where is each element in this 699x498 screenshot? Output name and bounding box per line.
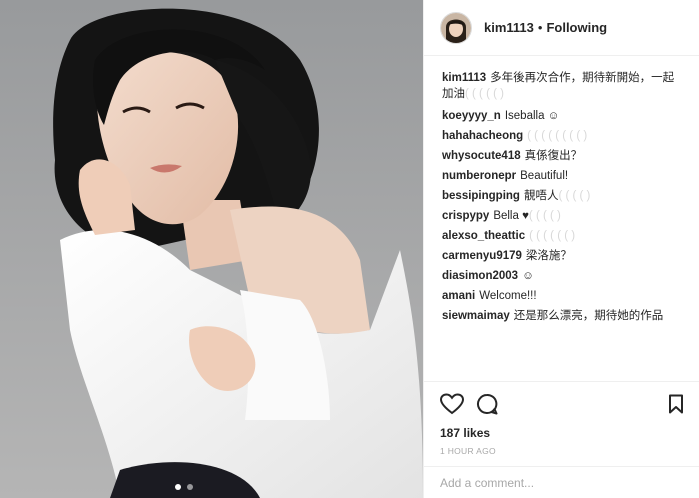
comment-username[interactable]: hahahacheong [442,130,523,142]
comment-text: 梁洛施？ [525,250,572,262]
comment-item: siewmaimay 还是那么漂亮，期待她的作品 [442,308,685,324]
comment-username[interactable]: amani [442,290,475,302]
post-photo[interactable] [0,0,423,498]
comment-username[interactable]: diasimon2003 [442,270,518,282]
comment-username[interactable]: whysocute418 [442,150,521,162]
comment-username[interactable]: crispypy [442,210,489,222]
following-button[interactable]: Following [546,20,607,35]
comment-item: carmenyu9179 梁洛施？ [442,248,685,264]
avatar-image [441,12,471,43]
comment-text: Iseballa ☺ [504,110,560,122]
comment-username[interactable]: kim1113 [442,72,486,84]
avatar[interactable] [440,11,472,44]
comment-item: amani Welcome!!! [442,288,685,304]
comment-username[interactable]: carmenyu9179 [442,250,522,262]
header-separator: • [537,20,543,35]
comment-username[interactable]: alexso_theattic [442,230,525,242]
comment-username[interactable]: bessipingping [442,190,520,202]
comment-item: whysocute418 真係復出？ [442,148,685,164]
carousel-dot-active [175,484,181,490]
comment-item: hahahacheong ( ( ( ( ( ( ( ( ) [442,128,685,144]
comment-icon[interactable] [476,393,498,415]
comment-text-continued: 加油 [442,88,465,100]
heart-icon[interactable] [440,393,464,415]
comment-item: crispypy Bella ♥( ( ( ( ) [442,208,685,224]
comment-username[interactable]: numberonepr [442,170,516,182]
carousel-dot [187,484,193,490]
post-timestamp: 1 HOUR AGO [440,446,496,456]
header-username[interactable]: kim1113 [484,20,534,35]
portrait-illustration [0,0,423,498]
comment-username[interactable]: siewmaimay [442,310,510,322]
comment-item: koeyyyy_n Iseballa ☺ [442,108,685,124]
comments-list: kim1113 多年後再次合作，期待新開始，一起 加油( ( ( ( ( ) ko… [424,56,699,380]
comment-text: Bella ♥ [493,210,529,222]
comment-text: 靚唔人 [523,190,559,202]
instagram-post-view: kim1113 • Following kim1113 多年後再次合作，期待新開始… [0,0,699,498]
action-bar [440,392,684,416]
comment-text: 还是那么漂亮，期待她的作品 [513,310,664,322]
comment-item: numberonepr Beautiful! [442,168,685,184]
comment-text: Beautiful! [520,170,569,182]
comment-text: ☺ [522,270,534,282]
comment-username[interactable]: koeyyyy_n [442,110,501,122]
comment-item: bessipingping 靚唔人( ( ( ( ) [442,188,685,204]
comment-input[interactable] [440,475,670,490]
caption: kim1113 多年後再次合作，期待新開始，一起 加油( ( ( ( ( ) [442,70,685,102]
post-sidebar: kim1113 • Following kim1113 多年後再次合作，期待新開始… [423,0,699,498]
post-header: kim1113 • Following [424,0,699,56]
comment-emoji: ( ( ( ( ( ) [465,88,504,100]
comment-emoji: ( ( ( ( ) [528,210,561,222]
bookmark-icon[interactable] [668,394,684,414]
comment-item: diasimon2003 ☺ [442,268,685,284]
comment-item: alexso_theattic ( ( ( ( ( ( ) [442,228,685,244]
add-comment-box [424,466,699,498]
comment-text: 真係復出？ [524,150,583,162]
comment-text: Welcome!!! [479,290,537,302]
carousel-indicator [175,484,193,490]
comment-text: 多年後再次合作，期待新開始，一起 [490,72,675,84]
comment-emoji: ( ( ( ( ) [558,190,591,202]
likes-count[interactable]: 187 likes [440,426,684,440]
post-actions: 187 likes 1 HOUR AGO [424,381,699,456]
comment-emoji: ( ( ( ( ( ( ) [529,230,576,242]
comment-emoji: ( ( ( ( ( ( ( ( ) [527,130,588,142]
